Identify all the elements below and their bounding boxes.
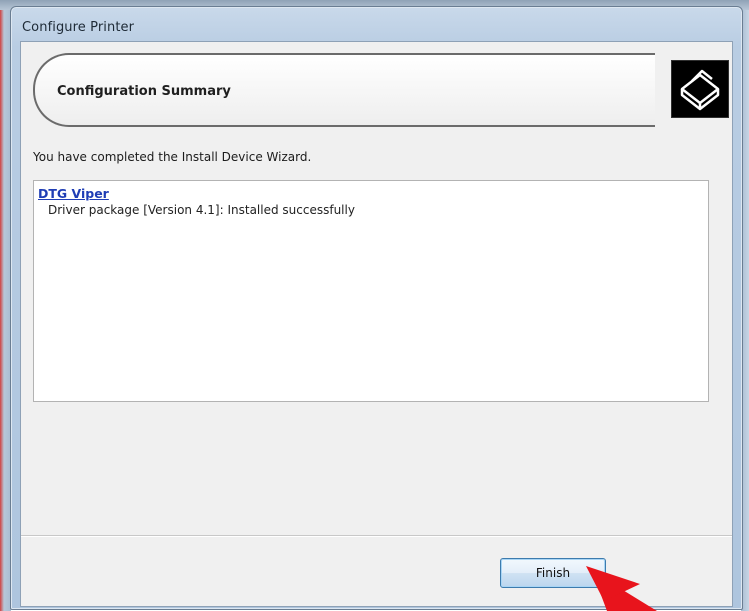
page-title: Configuration Summary [57, 84, 231, 99]
install-results-list[interactable]: DTG Viper Driver package [Version 4.1]: … [33, 180, 709, 402]
dialog-client-area: Configuration Summary You have completed… [20, 41, 733, 607]
footer-divider [21, 535, 732, 537]
finish-button[interactable]: Finish [500, 558, 606, 588]
window-title: Configure Printer [22, 20, 135, 35]
install-status: Driver package [Version 4.1]: Installed … [48, 203, 355, 217]
device-link[interactable]: DTG Viper [38, 186, 109, 201]
completion-message: You have completed the Install Device Wi… [33, 150, 312, 164]
screenshot-page: Configure Printer Configuration Summary … [0, 0, 749, 611]
printer-icon [671, 60, 729, 118]
